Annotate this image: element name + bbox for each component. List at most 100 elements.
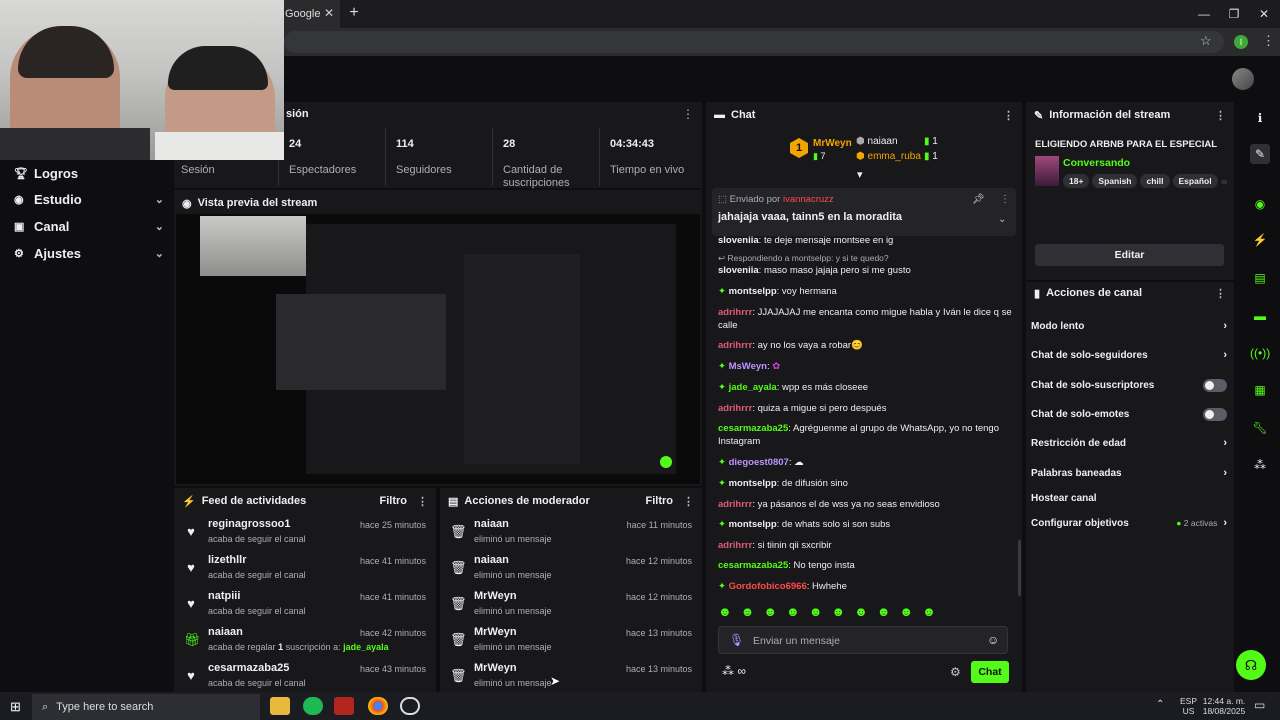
stream-preview-video[interactable]: [176, 214, 700, 484]
new-tab-icon[interactable]: +: [346, 5, 362, 21]
profile-avatar[interactable]: I: [1234, 35, 1248, 49]
trash-icon: 🗑︎: [450, 668, 467, 683]
file-explorer-icon[interactable]: [270, 697, 290, 715]
tray-chevron-icon[interactable]: ⌃: [1156, 699, 1164, 710]
emote-icon[interactable]: ⁂: [1250, 455, 1270, 475]
chrome-icon[interactable]: [368, 697, 388, 715]
trash-icon: 🗑︎: [450, 524, 467, 539]
feed-filter-button[interactable]: Filtro: [380, 495, 408, 507]
emote-picker-icon[interactable]: ⁂ ∞: [722, 664, 746, 678]
chevron-down-icon: ⌄: [154, 247, 164, 260]
omnibox[interactable]: [284, 31, 1224, 53]
nav-item-logros[interactable]: 🏆︎ Logros: [14, 162, 164, 184]
collapse-icon[interactable]: ▾: [857, 168, 863, 181]
activity-feed-panel: ⚡ Feed de actividades Filtro ⋮ ♥ reginagross…: [174, 488, 436, 692]
mod-item: 🗑︎ naiaan eliminó un mensaje hace 11 minuto…: [450, 518, 692, 544]
action-banned-words[interactable]: Palabras baneadas ›: [1031, 462, 1227, 484]
pinned-meta: ⬚ Enviado por ivannacruzz: [718, 194, 834, 205]
emotes-only-toggle[interactable]: [1203, 407, 1227, 421]
leader-third[interactable]: ⬢ emma_ruba: [856, 151, 921, 162]
info-menu-icon[interactable]: ⋮: [1215, 109, 1226, 122]
windows-start-icon[interactable]: ⊞: [10, 699, 21, 715]
tag-list: 18+ Spanish chill Español: [1063, 173, 1227, 188]
action-followers-only[interactable]: Chat de solo-seguidores ›: [1031, 344, 1227, 366]
bookmark-star-icon[interactable]: ☆: [1200, 33, 1212, 49]
heart-icon: ♥: [187, 668, 195, 683]
shield-icon: ⬢: [856, 136, 868, 147]
actions-menu-icon[interactable]: ⋮: [1215, 287, 1226, 300]
chevron-right-icon: ›: [1223, 437, 1227, 449]
subs-only-toggle[interactable]: [1203, 378, 1227, 392]
chat-message: adrihrrr: quiza a migue si pero después: [718, 403, 887, 414]
notification-icon[interactable]: ▭: [1254, 698, 1265, 712]
clock[interactable]: 12:44 a. m. 18/08/2025: [1202, 696, 1246, 716]
action-age-restriction[interactable]: Restricción de edad ›: [1031, 432, 1227, 454]
preview-nested-video: [276, 294, 446, 390]
pinned-menu-icon[interactable]: ⋮: [1000, 194, 1010, 205]
chevron-down-icon[interactable]: ⌄: [998, 214, 1006, 225]
spotify-icon[interactable]: [303, 697, 323, 715]
action-emotes-only[interactable]: Chat de solo-emotes: [1031, 403, 1227, 425]
chat-icon[interactable]: ▬: [1250, 306, 1270, 326]
pin-icon[interactable]: 📌︎: [972, 194, 985, 205]
chat-input[interactable]: 🎙︎ Enviar un mensaje ☺: [718, 626, 1008, 654]
leader-name[interactable]: MrWeyn: [813, 138, 852, 149]
pencil-icon[interactable]: ✎: [1250, 144, 1270, 164]
bolt-icon[interactable]: ⚡: [1250, 230, 1270, 250]
leader-count: ▮ 7: [813, 151, 826, 161]
chat-message: cesarmazaba25: No tengo insta: [718, 560, 855, 571]
session-menu-icon[interactable]: ⋮: [682, 107, 694, 121]
gear-icon[interactable]: ⚙: [950, 665, 961, 679]
minimize-icon[interactable]: —: [1194, 4, 1214, 24]
action-goals[interactable]: Configurar objetivos ● 2 activas ›: [1031, 512, 1227, 534]
layout-icon[interactable]: ▦: [1250, 380, 1270, 400]
support-headset-icon[interactable]: ☊: [1236, 650, 1266, 680]
trash-icon: 🗑︎: [450, 596, 467, 611]
microphone-icon[interactable]: 🎙︎: [729, 633, 744, 647]
feed-menu-icon[interactable]: ⋮: [417, 495, 428, 508]
nav-item-canal[interactable]: ▣ Canal ⌄: [14, 215, 164, 237]
stat-viewers: 24 Espectadores: [278, 128, 384, 186]
feed-item: ♥ reginagrossoo1 acaba de seguir el canal h…: [174, 514, 436, 550]
language-indicator[interactable]: ESP US: [1180, 696, 1197, 716]
preview-nested-chat: [464, 254, 580, 464]
mod-menu-icon[interactable]: ⋮: [683, 495, 694, 508]
channel-icon: ▣: [14, 220, 25, 233]
send-chat-button[interactable]: Chat: [971, 661, 1009, 683]
chat-header: ▬ Chat ⋮: [714, 109, 1014, 122]
mod-header: ▤ Acciones de moderador Filtro ⋮: [448, 495, 694, 508]
category-name[interactable]: Conversando: [1063, 157, 1130, 169]
chat-message: cesarmazaba25: Agréguenme al grupo de Wh…: [718, 423, 999, 447]
stream-title: ELIGIENDO ARBNB PARA EL ESPECIAL: [1035, 139, 1218, 150]
pinned-message[interactable]: ⬚ Enviado por ivannacruzz jahajaja vaaa,…: [712, 188, 1016, 236]
emoji-icon[interactable]: ☺: [987, 633, 999, 647]
user-avatar[interactable]: [1232, 68, 1254, 90]
restore-icon[interactable]: ❐: [1224, 4, 1244, 24]
leader-third-count: ▮ 1: [924, 151, 938, 162]
camera-icon[interactable]: ◉: [1250, 194, 1270, 214]
close-window-icon[interactable]: ✕: [1254, 4, 1274, 24]
browser-menu-icon[interactable]: ⋮: [1262, 33, 1275, 49]
action-subs-only[interactable]: Chat de solo-suscriptores: [1031, 374, 1227, 396]
nav-item-ajustes[interactable]: ⚙ Ajustes ⌄: [14, 242, 164, 264]
chat-menu-icon[interactable]: ⋮: [1003, 109, 1014, 122]
info-icon[interactable]: ℹ: [1250, 108, 1270, 128]
action-host-channel[interactable]: Hostear canal: [1031, 487, 1227, 509]
document-icon[interactable]: ▤: [1250, 268, 1270, 288]
obs-icon[interactable]: [400, 697, 420, 715]
app-icon[interactable]: [334, 697, 354, 715]
mod-filter-button[interactable]: Filtro: [646, 495, 674, 507]
session-title: sión: [286, 108, 309, 120]
chat-scrollbar[interactable]: [1018, 540, 1021, 596]
close-tab-icon[interactable]: ✕: [322, 6, 336, 20]
nav-item-estudio[interactable]: ◉ Estudio ⌄: [14, 188, 164, 210]
wrench-icon[interactable]: 🔧︎: [1250, 418, 1270, 438]
chat-message: adrihrrr: ya pásanos el de wss ya no sea…: [718, 499, 940, 510]
taskbar-search[interactable]: ⌕ Type here to search: [32, 694, 260, 720]
sub-badge-icon: ✦: [718, 457, 729, 468]
emote-bar[interactable]: ☻☻☻☻☻☻☻☻☻☻: [718, 604, 1014, 622]
broadcast-icon[interactable]: ((•)): [1250, 343, 1270, 363]
edit-info-button[interactable]: Editar: [1035, 244, 1224, 266]
action-slow-mode[interactable]: Modo lento ›: [1031, 315, 1227, 337]
leader-second[interactable]: ⬢ naiaan: [856, 136, 898, 147]
